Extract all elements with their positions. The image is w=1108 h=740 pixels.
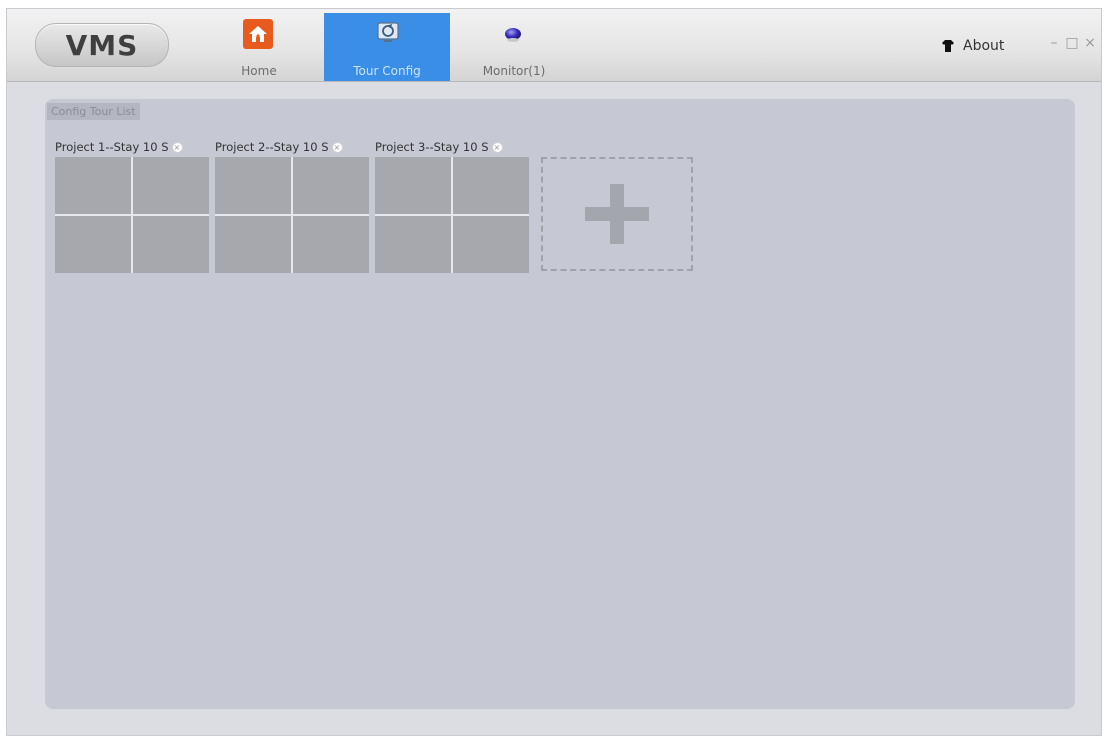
nav-tab-home-label: Home — [241, 64, 277, 78]
about-label: About — [963, 38, 1005, 54]
app-window: VMS Home Tour Config Monitor(1) About – … — [6, 8, 1102, 736]
project-layout-grid[interactable] — [55, 157, 209, 273]
grid-cell — [133, 216, 209, 273]
project-label: Project 3--Stay 10 S — [375, 140, 489, 154]
nav-tab-tour-config[interactable]: Tour Config — [324, 13, 450, 81]
title-bar: VMS Home Tour Config Monitor(1) About – … — [7, 9, 1101, 82]
project-header: Project 3--Stay 10 S × — [375, 137, 529, 157]
tour-config-panel: Config Tour List Project 1--Stay 10 S × … — [45, 99, 1075, 709]
plus-icon — [585, 184, 649, 244]
project-layout-grid[interactable] — [375, 157, 529, 273]
add-project-button[interactable] — [541, 157, 693, 271]
grid-cell — [55, 157, 131, 214]
home-icon — [243, 19, 273, 49]
shirt-icon — [942, 40, 954, 52]
nav-tab-tour-config-label: Tour Config — [353, 64, 421, 78]
panel-title: Config Tour List — [47, 103, 140, 120]
project-card: Project 3--Stay 10 S × — [375, 137, 529, 273]
grid-cell — [375, 157, 451, 214]
nav-tab-monitor-label: Monitor(1) — [482, 64, 546, 78]
grid-cell — [453, 216, 529, 273]
grid-cell — [215, 216, 291, 273]
nav-tab-monitor[interactable]: Monitor(1) — [459, 13, 569, 81]
grid-cell — [453, 157, 529, 214]
remove-project-button[interactable]: × — [171, 141, 183, 153]
project-card: Project 2--Stay 10 S × — [215, 137, 369, 273]
minimize-button[interactable]: – — [1047, 35, 1061, 51]
project-header: Project 2--Stay 10 S × — [215, 137, 369, 157]
grid-cell — [375, 216, 451, 273]
project-header: Project 1--Stay 10 S × — [55, 137, 209, 157]
remove-project-button[interactable]: × — [331, 141, 343, 153]
project-layout-grid[interactable] — [215, 157, 369, 273]
project-label: Project 2--Stay 10 S — [215, 140, 329, 154]
window-controls: – □ × — [1047, 35, 1097, 51]
about-button[interactable]: About — [941, 36, 1004, 56]
grid-cell — [293, 216, 369, 273]
nav-tab-home[interactable]: Home — [223, 13, 295, 81]
maximize-button[interactable]: □ — [1065, 35, 1079, 51]
monitor-icon — [503, 24, 523, 44]
grid-cell — [215, 157, 291, 214]
grid-cell — [293, 157, 369, 214]
close-button[interactable]: × — [1083, 35, 1097, 51]
project-label: Project 1--Stay 10 S — [55, 140, 169, 154]
remove-project-button[interactable]: × — [491, 141, 503, 153]
grid-cell — [55, 216, 131, 273]
tour-config-icon — [375, 19, 401, 45]
grid-cell — [133, 157, 209, 214]
app-logo: VMS — [35, 23, 169, 67]
project-card: Project 1--Stay 10 S × — [55, 137, 209, 273]
